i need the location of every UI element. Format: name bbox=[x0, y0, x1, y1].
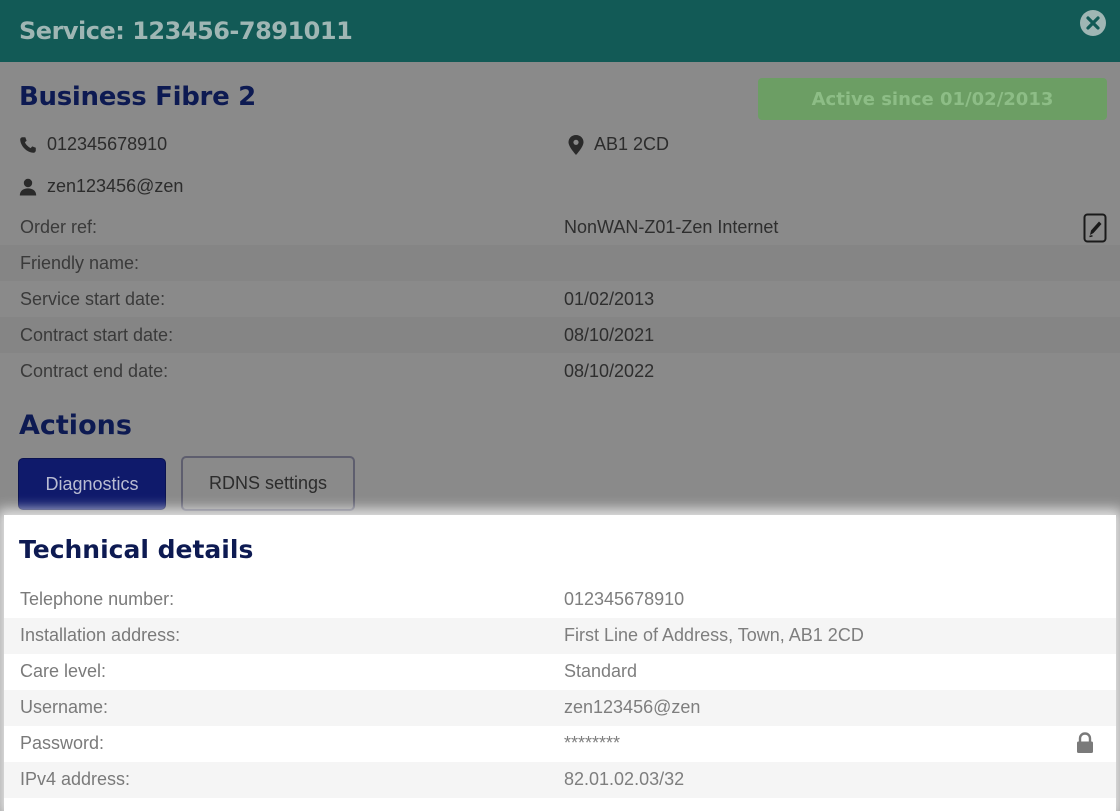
detail-value: 08/10/2021 bbox=[564, 325, 655, 345]
tech-value: zen123456@zen bbox=[564, 697, 701, 717]
detail-value: 08/10/2022 bbox=[564, 361, 655, 381]
phone-number: 012345678910 bbox=[47, 134, 168, 154]
modal-header: Service: 123456-7891011 bbox=[0, 0, 1120, 62]
detail-label: Contract end date: bbox=[20, 361, 169, 381]
user-icon bbox=[19, 178, 37, 195]
edit-icon[interactable] bbox=[1083, 213, 1107, 243]
tech-row-telephone: Telephone number: 012345678910 bbox=[4, 582, 1116, 618]
rdns-settings-button[interactable]: RDNS settings bbox=[181, 456, 355, 511]
status-badge: Active since 01/02/2013 bbox=[758, 78, 1107, 120]
tech-value: 012345678910 bbox=[564, 589, 685, 609]
detail-label: Contract start date: bbox=[20, 325, 174, 345]
detail-value: NonWAN-Z01-Zen Internet bbox=[564, 217, 779, 237]
service-details-panel: Business Fibre 2 Active since 01/02/2013… bbox=[0, 62, 1120, 811]
detail-row-service-start: Service start date: 01/02/2013 bbox=[0, 281, 1120, 317]
detail-row-friendly-name: Friendly name: bbox=[0, 245, 1120, 281]
phone-line: 012345678910 bbox=[19, 134, 167, 155]
detail-label: Order ref: bbox=[20, 217, 98, 237]
diagnostics-button[interactable]: Diagnostics bbox=[18, 458, 166, 510]
phone-icon bbox=[20, 136, 36, 153]
technical-details-section: Technical details Telephone number: 0123… bbox=[4, 515, 1116, 811]
detail-row-contract-start: Contract start date: 08/10/2021 bbox=[0, 317, 1120, 353]
close-icon[interactable] bbox=[1079, 9, 1107, 37]
modal-title: Service: 123456-7891011 bbox=[19, 17, 353, 45]
location-line: AB1 2CD bbox=[568, 134, 669, 155]
tech-value: First Line of Address, Town, AB1 2CD bbox=[564, 625, 864, 645]
detail-value: 01/02/2013 bbox=[564, 289, 655, 309]
detail-label: Service start date: bbox=[20, 289, 166, 309]
map-pin-icon bbox=[568, 134, 584, 155]
detail-label: Friendly name: bbox=[20, 253, 140, 273]
detail-row-contract-end: Contract end date: 08/10/2022 bbox=[0, 353, 1120, 389]
tech-label: IPv4 address: bbox=[20, 769, 131, 789]
actions-title: Actions bbox=[19, 410, 132, 441]
tech-row-care-level: Care level: Standard bbox=[4, 654, 1116, 690]
postcode: AB1 2CD bbox=[594, 134, 670, 154]
tech-label: Username: bbox=[20, 697, 109, 717]
tech-label: Telephone number: bbox=[20, 589, 175, 609]
account-username: zen123456@zen bbox=[47, 176, 184, 196]
tech-row-address: Installation address: First Line of Addr… bbox=[4, 618, 1116, 654]
tech-label: Password: bbox=[20, 733, 105, 753]
technical-details-title: Technical details bbox=[19, 535, 254, 564]
lock-icon[interactable] bbox=[1075, 732, 1095, 754]
tech-label: Installation address: bbox=[20, 625, 181, 645]
tech-value: Standard bbox=[564, 661, 638, 681]
tech-row-username: Username: zen123456@zen bbox=[4, 690, 1116, 726]
user-line: zen123456@zen bbox=[19, 176, 183, 197]
tech-value: ******** bbox=[564, 733, 621, 753]
product-title: Business Fibre 2 bbox=[19, 82, 256, 112]
tech-value: 82.01.02.03/32 bbox=[564, 769, 685, 789]
tech-row-ipv4: IPv4 address: 82.01.02.03/32 bbox=[4, 762, 1116, 798]
tech-label: Care level: bbox=[20, 661, 107, 681]
tech-row-password: Password: ******** bbox=[4, 726, 1116, 762]
detail-row-order-ref: Order ref: NonWAN-Z01-Zen Internet bbox=[0, 209, 1120, 245]
